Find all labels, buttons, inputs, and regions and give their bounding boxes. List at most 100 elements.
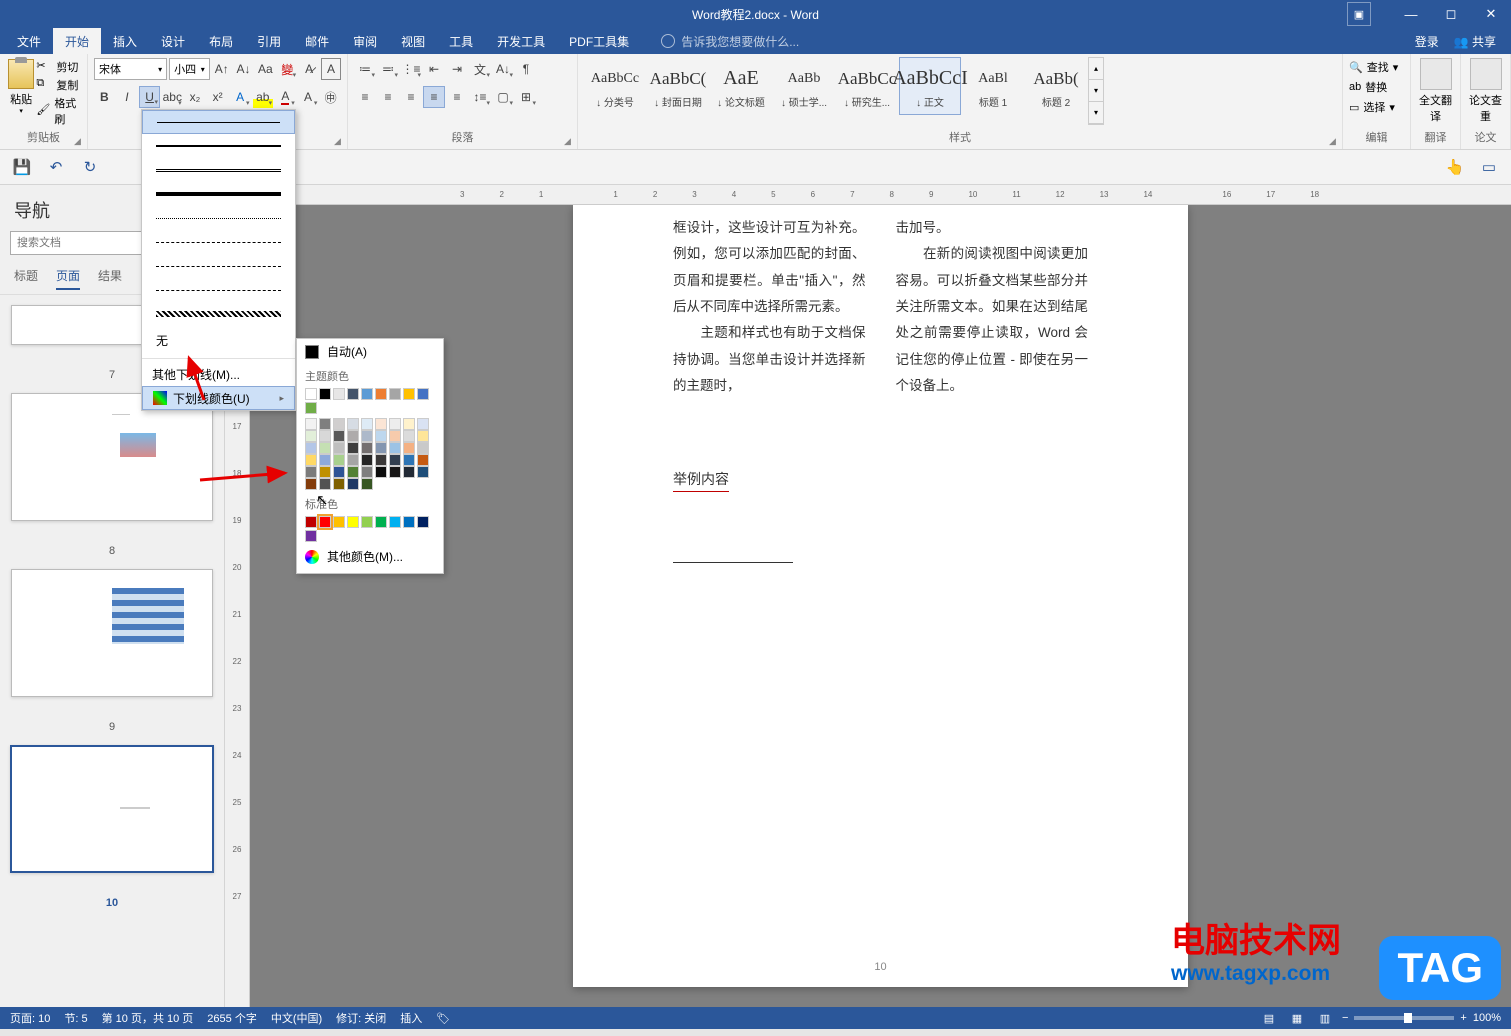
document-scroll[interactable]: 框设计，这些设计可互为补充。例如，您可以添加匹配的封面、页眉和提要栏。单击"插入…	[250, 205, 1511, 1007]
status-page[interactable]: 页面: 10	[10, 1010, 50, 1026]
color-swatch[interactable]	[305, 442, 317, 454]
color-swatch[interactable]	[361, 454, 373, 466]
color-swatch[interactable]	[417, 442, 429, 454]
status-words[interactable]: 2655 个字	[207, 1010, 257, 1026]
view-print-button[interactable]: ▦	[1286, 1009, 1308, 1027]
sort-button[interactable]: A↓	[492, 58, 514, 80]
clear-format-button[interactable]: A̷	[299, 58, 319, 80]
color-swatch[interactable]	[305, 388, 317, 400]
character-border-button[interactable]: A	[321, 58, 341, 80]
color-swatch[interactable]	[361, 442, 373, 454]
align-right-button[interactable]: ≡	[400, 86, 422, 108]
color-swatch[interactable]	[319, 442, 331, 454]
dialog-launcher-icon[interactable]: ◢	[334, 136, 344, 146]
ribbon-display-icon[interactable]: ▣	[1347, 2, 1371, 26]
tab-tools[interactable]: 工具	[437, 28, 485, 54]
color-swatch[interactable]	[403, 516, 415, 528]
tab-home[interactable]: 开始	[53, 28, 101, 54]
color-swatch[interactable]	[375, 430, 387, 442]
color-swatch[interactable]	[389, 442, 401, 454]
color-swatch[interactable]	[305, 516, 317, 528]
italic-button[interactable]: I	[117, 86, 138, 108]
login-link[interactable]: 登录	[1415, 33, 1439, 50]
tab-references[interactable]: 引用	[245, 28, 293, 54]
align-left-button[interactable]: ≡	[354, 86, 376, 108]
color-swatch[interactable]	[389, 418, 401, 430]
line-spacing-button[interactable]: ↕≡	[469, 86, 491, 108]
color-swatch[interactable]	[403, 388, 415, 400]
color-swatch[interactable]	[305, 402, 317, 414]
style-item[interactable]: AaBbCc↓ 研究生...	[836, 57, 898, 115]
color-swatch[interactable]	[417, 454, 429, 466]
enclose-char-button[interactable]: ㊥	[320, 86, 341, 108]
style-item[interactable]: AaE↓ 论文标题	[710, 57, 772, 115]
color-swatch[interactable]	[347, 516, 359, 528]
style-item[interactable]: AaBb↓ 硕士学...	[773, 57, 835, 115]
status-extra[interactable]: 🏷	[436, 1012, 450, 1025]
char-shading-button[interactable]: A	[298, 86, 319, 108]
color-swatch[interactable]	[333, 442, 345, 454]
status-lang[interactable]: 中文(中国)	[271, 1010, 322, 1026]
tab-design[interactable]: 设计	[149, 28, 197, 54]
bold-button[interactable]: B	[94, 86, 115, 108]
color-swatch[interactable]	[389, 430, 401, 442]
underline-button[interactable]: U	[139, 86, 160, 108]
tab-pdf[interactable]: PDF工具集	[557, 28, 641, 54]
underline-style-dashdot[interactable]	[142, 254, 295, 278]
color-swatch[interactable]	[347, 388, 359, 400]
color-swatch[interactable]	[403, 430, 415, 442]
view-web-button[interactable]: ▥	[1314, 1009, 1336, 1027]
color-swatch[interactable]	[347, 430, 359, 442]
color-swatch[interactable]	[305, 478, 317, 490]
color-swatch[interactable]	[375, 466, 387, 478]
color-swatch[interactable]	[347, 454, 359, 466]
color-swatch[interactable]	[319, 430, 331, 442]
style-item[interactable]: AaBb(标题 2	[1025, 57, 1087, 115]
color-swatch[interactable]	[417, 466, 429, 478]
align-distribute-button[interactable]: ≡	[446, 86, 468, 108]
color-swatch[interactable]	[305, 430, 317, 442]
color-swatch[interactable]	[333, 478, 345, 490]
copy-button[interactable]: ⧉复制	[36, 77, 81, 93]
underline-style-dashed[interactable]	[142, 230, 295, 254]
color-swatch[interactable]	[403, 442, 415, 454]
dup-check-icon[interactable]	[1470, 58, 1502, 90]
align-center-button[interactable]: ≡	[377, 86, 399, 108]
tab-developer[interactable]: 开发工具	[485, 28, 557, 54]
paste-button[interactable]: 粘贴 ▾	[6, 57, 36, 127]
grow-font-button[interactable]: A↑	[212, 58, 232, 80]
format-painter-button[interactable]: 🖌格式刷	[36, 95, 81, 127]
color-swatch[interactable]	[361, 388, 373, 400]
dialog-launcher-icon[interactable]: ◢	[1329, 136, 1339, 146]
cut-button[interactable]: ✂剪切	[36, 59, 81, 75]
underline-style-thick[interactable]	[142, 134, 295, 158]
color-swatch[interactable]	[305, 454, 317, 466]
color-swatch[interactable]	[375, 418, 387, 430]
color-swatch[interactable]	[375, 442, 387, 454]
dialog-launcher-icon[interactable]: ◢	[564, 136, 574, 146]
tab-layout[interactable]: 布局	[197, 28, 245, 54]
decrease-indent-button[interactable]: ⇤	[423, 58, 445, 80]
select-button[interactable]: ▭ 选择 ▾	[1349, 97, 1404, 117]
color-swatch[interactable]	[403, 466, 415, 478]
color-swatch[interactable]	[333, 418, 345, 430]
tab-view[interactable]: 视图	[389, 28, 437, 54]
color-auto[interactable]: 自动(A)	[297, 339, 443, 364]
translate-icon[interactable]	[1420, 58, 1452, 90]
color-swatch[interactable]	[389, 516, 401, 528]
color-swatch[interactable]	[347, 466, 359, 478]
find-button[interactable]: 🔍 查找 ▾	[1349, 57, 1404, 77]
nav-tab-pages[interactable]: 页面	[56, 267, 80, 290]
status-section[interactable]: 节: 5	[64, 1010, 87, 1026]
font-size-combo[interactable]: 小四▾	[169, 58, 210, 80]
phonetic-guide-button[interactable]: 變	[277, 58, 297, 80]
color-swatch[interactable]	[347, 442, 359, 454]
thumb-10[interactable]: 10	[10, 745, 214, 909]
undo-button[interactable]: ↶	[44, 155, 68, 179]
color-swatch[interactable]	[361, 430, 373, 442]
save-button[interactable]: 💾	[10, 155, 34, 179]
touch-mode-button[interactable]: 👆	[1443, 155, 1467, 179]
color-swatch[interactable]	[319, 418, 331, 430]
color-swatch[interactable]	[375, 516, 387, 528]
underline-style-wave[interactable]	[142, 302, 295, 326]
